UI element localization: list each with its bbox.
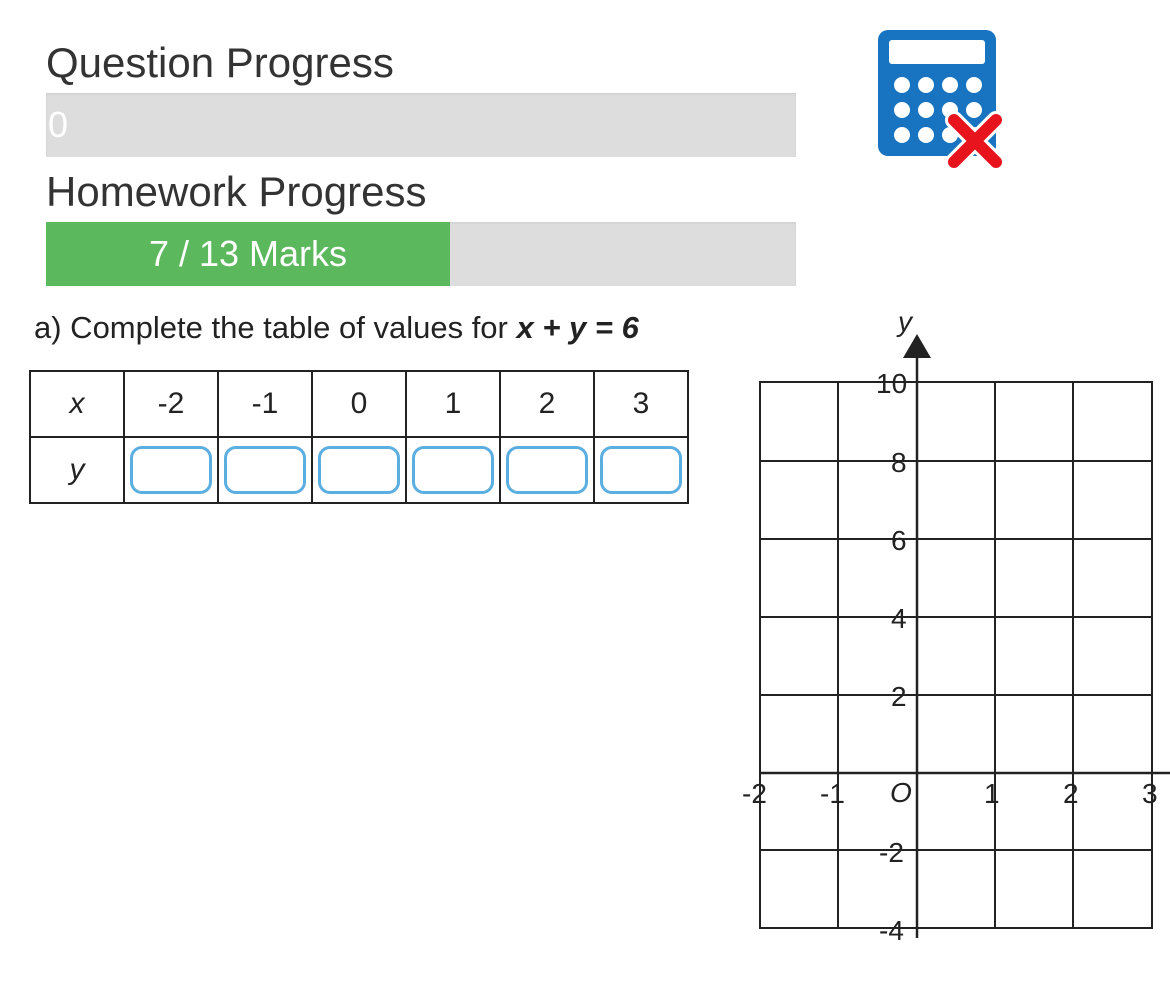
y-answer-input[interactable] xyxy=(318,446,400,494)
x-value: -2 xyxy=(123,370,219,438)
question-prefix: a) Complete the table of values for xyxy=(34,310,517,345)
homework-progress-text: 7 / 13 Marks xyxy=(148,233,348,274)
y-answer-input[interactable] xyxy=(600,446,682,494)
x-tick-label: -1 xyxy=(820,778,845,809)
question-progress-label: Question Progress xyxy=(46,39,394,86)
calculator-not-allowed-icon xyxy=(878,30,1005,171)
question-text: a) Complete the table of values for x + … xyxy=(34,310,639,346)
coordinate-grid: y O -2 -1 1 2 3 10 8 6 4 2 -2 -4 xyxy=(742,306,1170,946)
y-cell xyxy=(405,436,501,504)
y-cell xyxy=(217,436,313,504)
y-answer-input[interactable] xyxy=(224,446,306,494)
y-cell xyxy=(593,436,689,504)
question-equation: x + y = 6 xyxy=(516,310,639,345)
question-progress-text: 0 xyxy=(48,104,69,145)
y-cell xyxy=(311,436,407,504)
x-tick-label: 2 xyxy=(1063,778,1079,809)
x-value: 1 xyxy=(405,370,501,438)
question-progress-bar: 0 xyxy=(46,93,796,157)
y-tick-label: 10 xyxy=(876,368,907,399)
x-value: -1 xyxy=(217,370,313,438)
y-answer-input[interactable] xyxy=(130,446,212,494)
y-axis-label: y xyxy=(896,306,914,337)
grid-border xyxy=(759,381,1153,929)
x-row: x -2 -1 0 1 2 3 xyxy=(29,370,689,438)
homework-progress-bar: 7 / 13 Marks xyxy=(46,222,796,286)
y-tick-label: -4 xyxy=(879,915,904,946)
y-axis-arrow xyxy=(903,334,931,358)
x-tick-label: 1 xyxy=(984,778,1000,809)
y-answer-input[interactable] xyxy=(412,446,494,494)
y-tick-label: 4 xyxy=(891,603,907,634)
x-tick-label: 3 xyxy=(1142,778,1158,809)
x-header: x xyxy=(29,370,125,438)
y-header: y xyxy=(29,436,125,504)
x-value: 2 xyxy=(499,370,595,438)
x-value: 0 xyxy=(311,370,407,438)
y-tick-label: 2 xyxy=(891,681,907,712)
grid-lines xyxy=(759,381,1153,929)
y-row: y xyxy=(29,436,689,504)
x-tick-label: -2 xyxy=(742,778,767,809)
table-of-values: x -2 -1 0 1 2 3 y xyxy=(29,370,689,504)
x-value: 3 xyxy=(593,370,689,438)
origin-label: O xyxy=(890,777,912,808)
homework-progress-label: Homework Progress xyxy=(46,168,427,215)
y-tick-label: -2 xyxy=(879,837,904,868)
y-cell xyxy=(499,436,595,504)
y-answer-input[interactable] xyxy=(506,446,588,494)
y-tick-label: 6 xyxy=(891,525,907,556)
y-cell xyxy=(123,436,219,504)
y-tick-label: 8 xyxy=(891,447,907,478)
